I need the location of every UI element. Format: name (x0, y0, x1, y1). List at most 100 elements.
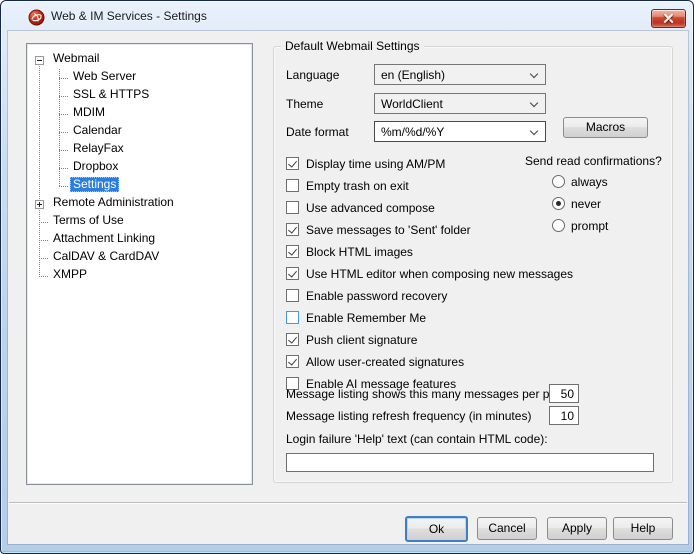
read-confirmations-label: Send read confirmations? (525, 154, 662, 168)
radio-circle (552, 219, 565, 232)
tree-item-terms-of-use[interactable]: Terms of Use (29, 213, 250, 231)
refresh-frequency-input[interactable] (549, 406, 579, 425)
cancel-button[interactable]: Cancel (477, 517, 537, 540)
language-select[interactable]: en (English) (374, 64, 546, 85)
login-help-label: Login failure 'Help' text (can contain H… (286, 432, 548, 446)
tree-item-label: Calendar (70, 123, 125, 138)
apply-button[interactable]: Apply (547, 517, 607, 540)
tree-item-label: Remote Administration (50, 195, 177, 210)
checkbox-display-time-am-pm[interactable]: Display time using AM/PM (286, 157, 445, 172)
checkbox-label: Push client signature (306, 333, 417, 347)
checkbox-box (286, 201, 299, 214)
macros-button[interactable]: Macros (563, 117, 648, 138)
radio-label: never (571, 197, 601, 211)
radio-circle (552, 175, 565, 188)
language-value: en (English) (381, 68, 445, 82)
checkbox-box (286, 245, 299, 258)
login-help-input[interactable] (286, 453, 654, 472)
checkbox-label: Block HTML images (306, 245, 413, 259)
tree-item-calendar[interactable]: Calendar (29, 123, 250, 141)
title-bar[interactable]: Web & IM Services - Settings (1, 1, 693, 31)
chevron-down-icon (530, 70, 538, 78)
close-icon (663, 13, 674, 24)
checkbox-box (286, 355, 299, 368)
checkbox-empty-trash[interactable]: Empty trash on exit (286, 179, 409, 194)
checkbox-label: Save messages to 'Sent' folder (306, 223, 471, 237)
tree-item-label: Dropbox (70, 159, 121, 174)
tree-item-label: MDIM (70, 105, 108, 120)
checkbox-label: Enable password recovery (306, 289, 447, 303)
radio-label: prompt (571, 219, 608, 233)
checkbox-save-sent[interactable]: Save messages to 'Sent' folder (286, 223, 471, 238)
radio-circle (552, 197, 565, 210)
checkbox-remember-me[interactable]: Enable Remember Me (286, 311, 426, 326)
theme-value: WorldClient (381, 97, 443, 111)
radio-prompt[interactable]: prompt (552, 219, 608, 234)
tree-item-label: RelayFax (70, 141, 127, 156)
tree-item-label: Settings (70, 177, 119, 192)
tree-item-web-server[interactable]: Web Server (29, 69, 250, 87)
ok-button-label: Ok (429, 522, 444, 536)
tree-item-caldav-carddav[interactable]: CalDAV & CardDAV (29, 249, 250, 267)
tree-item-settings[interactable]: Settings (29, 177, 250, 195)
help-button[interactable]: Help (613, 517, 673, 540)
tree-item-webmail[interactable]: Webmail (29, 51, 250, 69)
ok-button[interactable]: Ok (405, 516, 468, 542)
group-title: Default Webmail Settings (281, 39, 424, 53)
checkbox-user-signatures[interactable]: Allow user-created signatures (286, 355, 464, 370)
checkbox-box (286, 157, 299, 170)
help-button-label: Help (631, 521, 656, 535)
checkbox-box (286, 223, 299, 236)
radio-label: always (571, 175, 608, 189)
window-title: Web & IM Services - Settings (51, 9, 207, 23)
checkbox-html-editor[interactable]: Use HTML editor when composing new messa… (286, 267, 573, 282)
settings-dialog-window: Web & IM Services - Settings Webmail Web… (0, 0, 694, 554)
tree-item-mdim[interactable]: MDIM (29, 105, 250, 123)
tree-item-attachment-linking[interactable]: Attachment Linking (29, 231, 250, 249)
checkbox-label: Empty trash on exit (306, 179, 409, 193)
refresh-frequency-label: Message listing refresh frequency (in mi… (286, 409, 531, 423)
footer-divider (9, 502, 687, 504)
settings-nav-tree: Webmail Web Server SSL & HTTPS MDIM Cale… (26, 43, 253, 485)
date-format-combo[interactable]: %m/%d/%Y (374, 121, 546, 142)
chevron-down-icon (530, 127, 538, 135)
tree-item-remote-administration[interactable]: Remote Administration (29, 195, 250, 213)
checkbox-box (286, 179, 299, 192)
language-label: Language (286, 68, 339, 82)
messages-per-page-input[interactable] (549, 384, 579, 403)
checkbox-label: Display time using AM/PM (306, 157, 445, 171)
tree-item-label: Terms of Use (50, 213, 127, 228)
checkbox-box (286, 311, 299, 324)
tree-item-label: Web Server (70, 69, 139, 84)
tree-item-ssl-https[interactable]: SSL & HTTPS (29, 87, 250, 105)
date-format-label: Date format (286, 125, 349, 139)
radio-never[interactable]: never (552, 197, 601, 212)
checkbox-box (286, 267, 299, 280)
tree-item-label: CalDAV & CardDAV (50, 249, 162, 264)
checkbox-push-client-signature[interactable]: Push client signature (286, 333, 417, 348)
checkbox-block-html-images[interactable]: Block HTML images (286, 245, 413, 260)
checkbox-advanced-compose[interactable]: Use advanced compose (286, 201, 435, 216)
theme-select[interactable]: WorldClient (374, 93, 546, 114)
apply-button-label: Apply (562, 521, 592, 535)
tree-item-label: XMPP (50, 267, 90, 282)
tree-item-xmpp[interactable]: XMPP (29, 267, 250, 285)
messages-per-page-label: Message listing shows this many messages… (286, 387, 569, 401)
checkbox-label: Use HTML editor when composing new messa… (306, 267, 573, 281)
close-button[interactable] (651, 9, 686, 28)
checkbox-box (286, 289, 299, 302)
checkbox-password-recovery[interactable]: Enable password recovery (286, 289, 447, 304)
checkbox-label: Allow user-created signatures (306, 355, 464, 369)
app-logo-icon (28, 9, 45, 26)
date-format-value: %m/%d/%Y (381, 125, 444, 139)
theme-label: Theme (286, 97, 323, 111)
tree-item-label: SSL & HTTPS (70, 87, 152, 102)
radio-always[interactable]: always (552, 175, 608, 190)
checkbox-label: Use advanced compose (306, 201, 435, 215)
macros-button-label: Macros (586, 120, 625, 134)
tree-item-label: Attachment Linking (50, 231, 158, 246)
tree-item-relayfax[interactable]: RelayFax (29, 141, 250, 159)
tree-item-dropbox[interactable]: Dropbox (29, 159, 250, 177)
tree-item-label: Webmail (50, 51, 102, 66)
chevron-down-icon (530, 99, 538, 107)
